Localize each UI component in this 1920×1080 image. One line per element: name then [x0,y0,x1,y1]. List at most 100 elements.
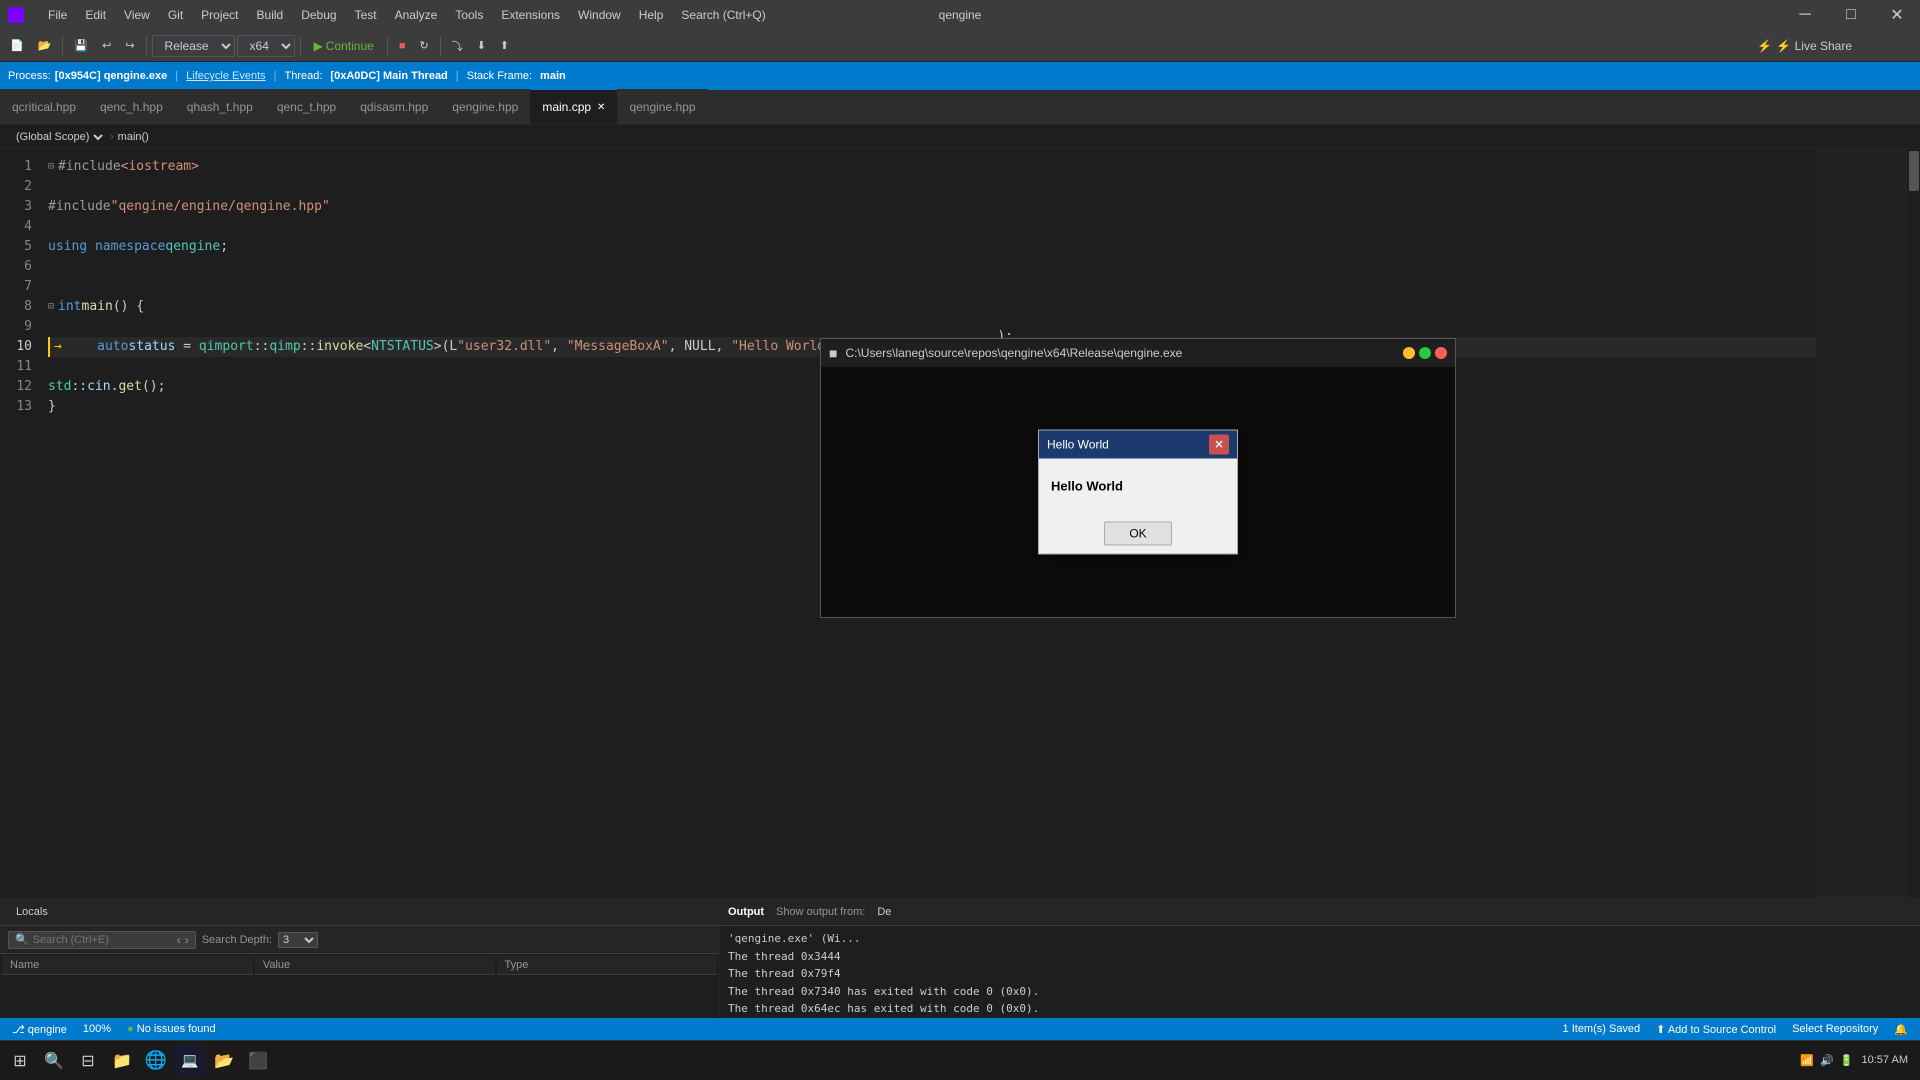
search-nav-left[interactable]: ‹ [177,933,181,947]
panel-tab-locals[interactable]: Locals [8,904,56,920]
menu-tools[interactable]: Tools [447,6,491,24]
menu-build[interactable]: Build [249,6,292,24]
code-line-3: #include "qengine/engine/qengine.hpp" [48,197,1816,217]
zoom-level[interactable]: 100% [79,1023,115,1035]
toolbar-sep-4 [387,36,388,56]
col-value: Value [255,956,495,975]
menu-debug[interactable]: Debug [293,6,344,24]
tab-qengine3[interactable]: qengine.hpp [617,89,707,124]
line-num-2: 2 [0,177,32,197]
menu-bar: File Edit View Git Project Build Debug T… [40,6,774,24]
tab-qenc_t[interactable]: qenc_t.hpp [265,89,348,124]
output-title: Output [728,906,764,918]
cmd-titlebar[interactable]: ■ C:\Users\laneg\source\repos\qengine\x6… [821,339,1455,367]
code-line-7 [48,277,1816,297]
add-source-control[interactable]: ⬆ Add to Source Control [1652,1023,1780,1036]
continue-button[interactable]: ▶ Continue [306,36,382,56]
tab-label: qengine.hpp [452,100,518,114]
step-out-button[interactable]: ⬆ [494,36,515,55]
menu-analyze[interactable]: Analyze [387,6,446,24]
function-selector[interactable]: main() [118,131,149,143]
search-taskbar[interactable]: 🔍 [38,1045,70,1077]
taskbar: ⊞ 🔍 ⊟ 📁 🌐 💻 📂 ⬛ 📶 🔊 🔋 10:57 AM [0,1040,1920,1080]
dialog-title-bar[interactable]: Hello World ✕ [1039,431,1237,459]
branch-indicator[interactable]: ⎇ qengine [8,1023,71,1036]
items-saved[interactable]: 1 Item(s) Saved [1559,1023,1645,1036]
configuration-dropdown[interactable]: Release [152,35,235,57]
process-value[interactable]: [0x954C] qengine.exe [55,70,168,82]
depth-label: Search Depth: [202,934,272,946]
close-button[interactable]: ✕ [1874,0,1920,30]
output-show-source[interactable]: De [877,906,891,918]
tab-qengine2[interactable]: qengine.hpp [440,89,530,124]
tab-qcritical[interactable]: qcritical.hpp [0,89,88,124]
file-explorer-taskbar[interactable]: 📂 [208,1045,240,1077]
dialog-close-button[interactable]: ✕ [1209,435,1229,455]
tab-qenc_h[interactable]: qenc_h.hpp [88,89,175,124]
tab-label: qenc_h.hpp [100,100,163,114]
dialog-ok-button[interactable]: OK [1104,522,1171,546]
menu-project[interactable]: Project [193,6,246,24]
step-into-button[interactable]: ⬇ [471,36,492,55]
tab-label: qdisasm.hpp [360,100,428,114]
save-button[interactable]: 💾 [68,36,94,55]
select-repository-button[interactable]: Select Repository [1788,1023,1882,1036]
menu-window[interactable]: Window [570,6,629,24]
explorer-icon[interactable]: 📁 [106,1045,138,1077]
output-show-label: Show output from: [776,906,865,918]
undo-button[interactable]: ↩ [96,36,117,55]
editor-scrollbar[interactable] [1906,149,1920,897]
edge-icon[interactable]: 🌐 [140,1045,172,1077]
depth-selector[interactable]: 3 [278,932,318,948]
menu-extensions[interactable]: Extensions [493,6,568,24]
debug-bar: Process: [0x954C] qengine.exe | Lifecycl… [0,62,1920,90]
tab-qhash_t[interactable]: qhash_t.hpp [175,89,265,124]
stop-button[interactable]: ■ [393,37,412,55]
vscode-taskbar-icon[interactable]: 💻 [174,1045,206,1077]
step-over-button[interactable]: ⤵ [446,35,469,57]
menu-view[interactable]: View [116,6,158,24]
cmd-minimize[interactable] [1403,347,1415,359]
menu-help[interactable]: Help [631,6,672,24]
issues-indicator[interactable]: ● No issues found [123,1023,220,1035]
minimize-button[interactable]: ─ [1782,0,1828,30]
code-line-9 [48,317,1816,337]
menu-test[interactable]: Test [347,6,385,24]
menu-search[interactable]: Search (Ctrl+Q) [673,6,773,24]
cmd-taskbar[interactable]: ⬛ [242,1045,274,1077]
cmd-window: ■ C:\Users\laneg\source\repos\qengine\x6… [820,338,1456,618]
locals-toolbar: 🔍 ‹ › Search Depth: 3 [0,926,719,954]
line-num-7: 7 [0,277,32,297]
cmd-close[interactable] [1435,347,1447,359]
thread-value[interactable]: [0xA0DC] Main Thread [330,70,447,82]
menu-git[interactable]: Git [160,6,191,24]
scope-selector[interactable]: (Global Scope) [12,130,106,144]
code-line-8: ⊟int main() { [48,297,1816,317]
line-num-9: 9 [0,317,32,337]
liveshare-button[interactable]: ⚡ ⚡ Live Share [1749,36,1860,56]
tab-close-icon[interactable]: ✕ [597,102,605,113]
check-icon: ● [127,1023,134,1035]
stack-value[interactable]: main [540,70,566,82]
redo-button[interactable]: ↪ [119,36,140,55]
task-view[interactable]: ⊟ [72,1045,104,1077]
toolbar-sep-2 [146,36,147,56]
start-button[interactable]: ⊞ [4,1045,36,1077]
notification-icon[interactable]: 🔔 [1890,1023,1912,1036]
locals-search-input[interactable] [33,934,173,946]
maximize-button[interactable]: □ [1828,0,1874,30]
tab-qdisasm[interactable]: qdisasm.hpp [348,89,440,124]
search-nav-right[interactable]: › [185,933,189,947]
tab-main-cpp[interactable]: main.cpp ✕ [530,89,617,124]
line-num-3: 3 [0,197,32,217]
menu-edit[interactable]: Edit [77,6,114,24]
open-file-button[interactable]: 📂 [32,36,58,55]
clock-display[interactable]: 10:57 AM [1862,1053,1908,1068]
restart-button[interactable]: ↻ [413,36,434,55]
stack-label: Stack Frame: [467,70,532,82]
platform-dropdown[interactable]: x64 [237,35,295,57]
menu-file[interactable]: File [40,6,75,24]
lifecycle-events[interactable]: Lifecycle Events [186,70,265,82]
new-file-button[interactable]: 📄 [4,36,30,55]
cmd-maximize[interactable] [1419,347,1431,359]
